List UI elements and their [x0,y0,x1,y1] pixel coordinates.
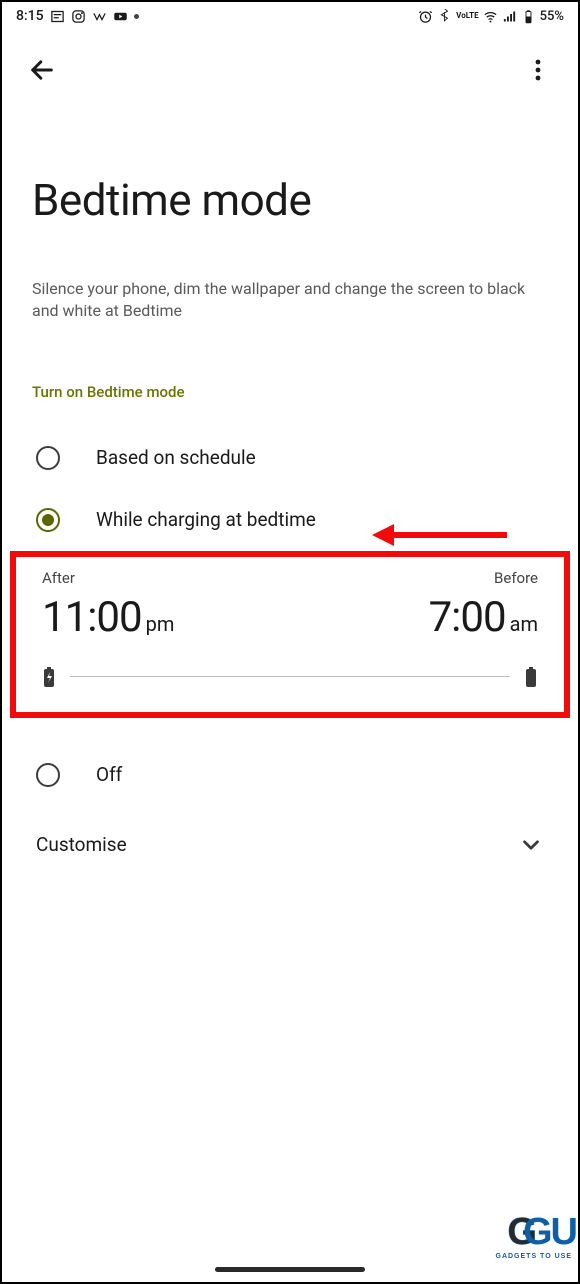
customise-label: Customise [36,833,127,856]
app-icon-3 [92,9,107,24]
youtube-icon [113,9,128,24]
battery-charging-icon [42,666,56,688]
back-button[interactable] [26,54,58,86]
chevron-down-icon [518,832,544,858]
before-label: Before [429,569,538,587]
time-slider[interactable] [42,666,538,688]
radio-button-selected-icon [36,508,60,532]
app-bar [2,26,578,94]
after-time-value: 11:00 [42,593,142,642]
app-icon-1 [50,9,65,24]
bluetooth-icon [437,9,452,24]
battery-icon [521,9,536,24]
battery-percent: 55% [540,9,564,24]
before-ampm: am [510,612,538,636]
status-time: 8:15 [16,8,44,24]
battery-full-icon [524,666,538,688]
watermark-tagline: GADGETS TO USE [496,1253,573,1260]
radio-group-cont: Off [32,744,548,806]
after-time-block[interactable]: After 11:00pm [42,569,174,642]
radio-charging-label: While charging at bedtime [96,508,316,531]
before-time-value: 7:00 [429,593,506,642]
radio-schedule-label: Based on schedule [96,446,256,469]
before-time-block[interactable]: Before 7:00am [429,569,538,642]
radio-charging[interactable]: While charging at bedtime [32,489,548,551]
wm-g1: G [523,1211,551,1253]
gesture-bar[interactable] [215,1267,365,1272]
page-title: Bedtime mode [32,174,548,226]
status-bar: 8:15 VoLTE 55% [2,2,578,26]
radio-off[interactable]: Off [32,744,548,806]
arrow-back-icon [28,56,56,84]
more-vert-icon [535,59,541,81]
signal-icon [502,9,517,24]
wifi-icon [483,9,498,24]
watermark-logo: GGU [507,1211,576,1254]
radio-button-icon [36,763,60,787]
alarm-icon [418,9,433,24]
slider-track [70,676,510,677]
radio-schedule[interactable]: Based on schedule [32,427,548,489]
section-title: Turn on Bedtime mode [32,383,548,401]
instagram-icon [71,9,86,24]
wm-u: U [551,1211,576,1253]
more-options-button[interactable] [522,54,554,86]
status-left: 8:15 [16,8,139,24]
status-right: VoLTE 55% [418,9,564,24]
after-label: After [42,569,174,587]
customise-row[interactable]: Customise [32,806,548,884]
overflow-dot-icon [134,14,139,19]
time-row: After 11:00pm Before 7:00am [42,569,538,642]
radio-button-icon [36,446,60,470]
network-type: VoLTE [456,12,478,19]
page-subtitle: Silence your phone, dim the wallpaper an… [32,278,548,323]
radio-off-label: Off [96,763,122,786]
radio-group: Based on schedule While charging at bedt… [32,427,548,551]
time-panel: After 11:00pm Before 7:00am [10,551,570,718]
after-ampm: pm [146,612,175,636]
